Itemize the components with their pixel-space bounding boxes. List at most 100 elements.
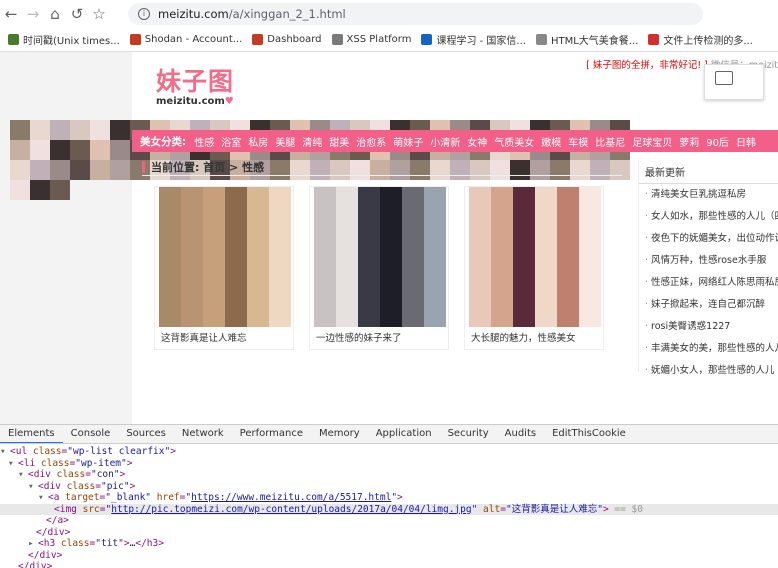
- reload-icon[interactable]: ↺: [66, 3, 88, 25]
- banner-tile: [30, 160, 50, 180]
- category-link[interactable]: 车模: [568, 138, 588, 149]
- devtools-tab[interactable]: EditThisCookie: [544, 425, 634, 443]
- logo-en-text: meizitu.com: [156, 96, 225, 107]
- star-icon[interactable]: ☆: [88, 3, 110, 25]
- category-link[interactable]: 美腿: [275, 138, 295, 149]
- home-icon[interactable]: ⌂: [44, 3, 66, 25]
- devtools-tab[interactable]: Elements: [0, 425, 63, 443]
- attr-value: pic: [106, 480, 124, 492]
- category-link[interactable]: 治愈系: [356, 138, 386, 149]
- sidebar-link[interactable]: 风情万种，性感rose水手服: [639, 250, 778, 272]
- breadcrumb: 当前位置: 首页 > 性感: [142, 158, 622, 176]
- bookmark-item[interactable]: Shodan - Account...: [129, 34, 243, 45]
- photo-card[interactable]: 这背影真是让人难忘: [154, 186, 294, 350]
- category-link[interactable]: 足球宝贝: [632, 138, 672, 149]
- devtools-tab[interactable]: Sources: [118, 425, 174, 443]
- code-line[interactable]: ▾ <div class="pic">: [0, 481, 778, 493]
- site-logo[interactable]: 妹子图 meizitu.com♥: [156, 62, 234, 107]
- collapse-icon[interactable]: ▾: [8, 458, 18, 470]
- category-link[interactable]: 小清新: [430, 138, 460, 149]
- category-link[interactable]: 女神: [467, 138, 487, 149]
- code-line[interactable]: ▾ <a target="_blank" href="https://www.me…: [0, 492, 778, 504]
- photo-card[interactable]: 一边性感的妹子来了: [309, 186, 449, 350]
- category-link[interactable]: 萌妹子: [393, 138, 423, 149]
- photo-card[interactable]: 大长腿的魅力，性感美女: [464, 186, 604, 350]
- devtools-tab[interactable]: Security: [440, 425, 497, 443]
- sidebar-link[interactable]: 夜色下的妩媚美女，出位动作让人: [639, 228, 778, 250]
- code-link[interactable]: http://pic.topmeizi.com/wp-content/uploa…: [111, 504, 471, 515]
- collapse-icon[interactable]: ▾: [18, 469, 28, 481]
- category-link[interactable]: 性感: [194, 138, 214, 149]
- category-link[interactable]: 萝莉: [679, 138, 699, 149]
- devtools-tab[interactable]: Performance: [232, 425, 311, 443]
- category-link[interactable]: 嫩模: [541, 138, 561, 149]
- blurred-thumbnail[interactable]: [469, 187, 601, 327]
- url-host: meizitu.com: [158, 7, 229, 21]
- code-line[interactable]: ▾ <div class="con">: [0, 469, 778, 481]
- image-widget[interactable]: [704, 64, 764, 100]
- expand-icon[interactable]: ▸: [28, 538, 38, 550]
- sidebar-link[interactable]: 丰满美女的美，那些性感的人儿: [639, 338, 778, 360]
- bookmark-item[interactable]: XSS Platform: [331, 34, 411, 45]
- sidebar-list: 清纯美女巨乳挑逗私房女人如水，那些性感的人儿（四）夜色下的妩媚美女，出位动作让人…: [639, 184, 778, 382]
- category-link[interactable]: 清纯: [302, 138, 322, 149]
- category-link[interactable]: 浴室: [221, 138, 241, 149]
- category-link[interactable]: 气质美女: [494, 138, 534, 149]
- banner-tile: [70, 160, 90, 180]
- bookmark-item[interactable]: 时间戳(Unix times...: [8, 32, 120, 47]
- photo-caption[interactable]: 大长腿的魅力，性感美女: [471, 330, 599, 344]
- code-line[interactable]: </div>: [0, 550, 778, 562]
- logo-cn: 妹子图: [156, 67, 235, 96]
- blurred-thumbnail[interactable]: [159, 187, 291, 327]
- info-icon[interactable]: i: [138, 8, 150, 20]
- banner-tile: [110, 120, 130, 140]
- devtools-tab[interactable]: Console: [63, 425, 119, 443]
- bookmark-item[interactable]: Dashboard: [252, 34, 322, 45]
- sidebar-link[interactable]: 妩媚小女人，那些性感的人儿（: [639, 360, 778, 382]
- sidebar-link[interactable]: 女人如水，那些性感的人儿（四）: [639, 206, 778, 228]
- photo-grid: 这背影真是让人难忘 一边性感的妹子来了 大长腿的魅力，性感美女: [154, 186, 614, 356]
- category-link[interactable]: 日韩: [736, 138, 756, 149]
- category-link[interactable]: 比基尼: [595, 138, 625, 149]
- devtools-tab[interactable]: Audits: [497, 425, 544, 443]
- sidebar-link[interactable]: 妹子掀起来，连自己都沉醉: [639, 294, 778, 316]
- bookmark-label: 文件上传检测的多...: [663, 36, 753, 47]
- address-bar[interactable]: i meizitu.com/a/xinggan_2_1.html: [128, 3, 703, 25]
- category-link[interactable]: 甜美: [329, 138, 349, 149]
- category-link[interactable]: 私房: [248, 138, 268, 149]
- sidebar-title: 最新更新: [639, 160, 778, 184]
- bookmark-favicon-icon: [129, 34, 141, 45]
- devtools-tab[interactable]: Memory: [311, 425, 368, 443]
- photo-caption[interactable]: 一边性感的妹子来了: [316, 330, 444, 344]
- code-link[interactable]: https://www.meizitu.com/a/5517.html: [191, 492, 391, 503]
- bookmark-item[interactable]: 文件上传检测的多...: [648, 32, 753, 47]
- code-line-selected[interactable]: <img src="http://pic.topmeizi.com/wp-con…: [0, 503, 778, 515]
- url-text[interactable]: meizitu.com/a/xinggan_2_1.html: [158, 7, 346, 21]
- sidebar-link[interactable]: 清纯美女巨乳挑逗私房: [639, 184, 778, 206]
- photo-caption[interactable]: 这背影真是让人难忘: [161, 330, 289, 344]
- code-line[interactable]: </div>: [0, 527, 778, 539]
- bookmark-item[interactable]: HTML大气美食餐...: [535, 32, 638, 47]
- collapse-icon[interactable]: ▾: [38, 492, 48, 504]
- sidebar-link[interactable]: rosi美臀诱惑1227: [639, 316, 778, 338]
- banner-tile: [50, 140, 70, 160]
- devtools-tab[interactable]: Network: [174, 425, 232, 443]
- devtools-tab[interactable]: Application: [368, 425, 440, 443]
- bookmark-favicon-icon: [8, 34, 19, 45]
- bookmark-label: Shodan - Account...: [144, 34, 243, 45]
- collapse-icon[interactable]: ▾: [28, 481, 38, 493]
- sidebar-link[interactable]: 性感正妹，网络红人陈思雨私房照: [639, 272, 778, 294]
- collapse-icon[interactable]: ▾: [0, 446, 10, 458]
- code-line[interactable]: </a>: [0, 515, 778, 527]
- category-link[interactable]: 90后: [706, 138, 729, 149]
- sidebar-latest: 最新更新 清纯美女巨乳挑逗私房女人如水，那些性感的人儿（四）夜色下的妩媚美女，出…: [638, 160, 778, 376]
- code-line[interactable]: </div>: [0, 561, 778, 568]
- code-line[interactable]: ▾ <ul class="wp-list clearfix">: [0, 446, 778, 458]
- bookmark-favicon-icon: [535, 34, 547, 45]
- bookmark-item[interactable]: 课程学习 - 国家信...: [421, 32, 526, 47]
- forward-icon[interactable]: →: [22, 3, 44, 25]
- code-line[interactable]: ▾ <li class="wp-item">: [0, 458, 778, 470]
- code-line[interactable]: ▸ <h3 class="tit">…</h3>: [0, 538, 778, 550]
- blurred-thumbnail[interactable]: [314, 187, 446, 327]
- back-icon[interactable]: ←: [0, 3, 22, 25]
